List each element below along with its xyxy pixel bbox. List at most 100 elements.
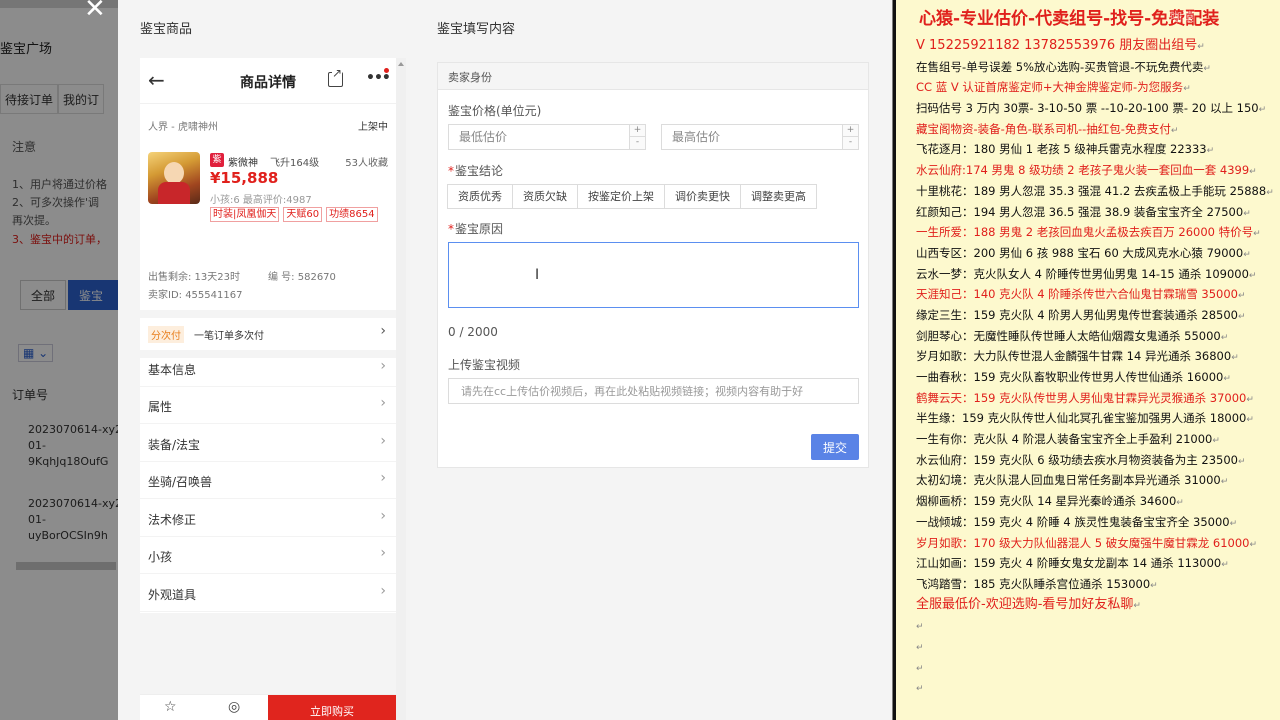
menu-attributes[interactable]: 属性 › — [140, 387, 396, 424]
menu-label: 小孩 — [148, 550, 173, 564]
notepad-line: ↵ — [916, 615, 1278, 636]
notepad-line: 水云仙府：159 克火队 6 级功绩去疾水月物资装备为主 23500↵ — [916, 450, 1278, 471]
video-link-input[interactable] — [449, 379, 858, 403]
menu-basic-info[interactable]: 基本信息 › — [140, 350, 396, 387]
reason-textarea[interactable] — [449, 243, 858, 307]
max-price-field[interactable]: + - — [661, 124, 859, 150]
preview-title: 商品详情 — [240, 75, 296, 91]
paragraph-mark-icon: ↵ — [1170, 125, 1179, 136]
menu-children[interactable]: 小孩 › — [140, 537, 396, 574]
buy-now-button[interactable]: 立即购买 — [268, 695, 396, 720]
paragraph-mark-icon: ↵ — [1133, 600, 1141, 611]
min-price-field[interactable]: + - — [448, 124, 646, 150]
close-icon[interactable]: ✕ — [84, 0, 106, 24]
divider — [140, 310, 396, 318]
watermark: 咖猿 — [1170, 10, 1195, 24]
paragraph-mark-icon: ↵ — [1206, 146, 1215, 157]
character-avatar — [148, 152, 200, 204]
item-detail-preview: ← 商品详情 ••• 人界 - 虎啸神州 上架中 紫 紫微神 飞升164级 53… — [140, 58, 396, 720]
increment-icon[interactable]: + — [842, 125, 858, 137]
notepad-line: 全服最低价-欢迎选购-看号加好友私聊↵ — [916, 595, 1278, 616]
paragraph-mark-icon: ↵ — [1183, 84, 1191, 95]
appraisal-modal: 鉴宝商品 鉴宝填写内容 ← 商品详情 ••• 人界 - 虎啸神州 上架中 紫 紫… — [118, 0, 892, 720]
notepad-line-text: 江山如画：159 克火 4 阶睡女鬼女龙副本 14 通杀 113000 — [916, 556, 1222, 571]
max-price-input[interactable] — [662, 125, 842, 149]
price-tag-icon[interactable]: ◎ — [228, 699, 240, 715]
paragraph-mark-icon: ↵ — [1243, 208, 1251, 219]
item-tag: 时装|凤凰伽天 — [210, 207, 280, 222]
school-badge-icon: 紫 — [210, 153, 224, 167]
modal-backdrop — [0, 0, 118, 720]
divider — [140, 613, 396, 694]
notepad-line: 云水一梦：克火队女人 4 阶睡传世男仙男鬼 14-15 通杀 109000↵ — [916, 264, 1278, 285]
conclusion-list-at-price-button[interactable]: 按鉴定价上架 — [577, 184, 665, 209]
increment-icon[interactable]: + — [629, 125, 645, 137]
paragraph-mark-icon: ↵ — [1249, 167, 1257, 178]
share-icon[interactable] — [328, 67, 343, 87]
video-link-field[interactable] — [448, 378, 859, 404]
notepad-line-text: 山西专区：200 男仙 6 孩 988 宝石 60 大成风克水心猿 79000 — [916, 245, 1244, 260]
conclusion-sell-faster-button[interactable]: 调价卖更快 — [664, 184, 741, 209]
notepad-line-text: 剑胆琴心：无魔性睡队传世睡人太皓仙烟霞女鬼通杀 55000 — [916, 328, 1221, 343]
price-label: 鉴宝价格(单位元) — [448, 104, 542, 118]
notepad-line-text: 缘定三生：159 克火队 4 阶男人男仙男鬼传世套装通杀 28500 — [916, 307, 1238, 322]
conclusion-lacking-button[interactable]: 资质欠缺 — [512, 184, 578, 209]
conclusion-excellent-button[interactable]: 资质优秀 — [447, 184, 513, 209]
appraisal-form-header: 鉴宝填写内容 — [437, 22, 516, 37]
paragraph-mark-icon: ↵ — [1237, 456, 1246, 467]
star-icon[interactable]: ☆ — [164, 699, 177, 715]
notepad-line: 山西专区：200 男仙 6 孩 988 宝石 60 大成风克水心猿 79000↵ — [916, 243, 1278, 264]
conclusion-sell-higher-button[interactable]: 调整卖更高 — [740, 184, 817, 209]
notepad-line: 十里桃花：189 男人忽混 35.3 强混 41.2 去疾孟极上手能玩 2588… — [916, 181, 1278, 202]
character-school: 紫微神 — [228, 158, 258, 169]
submit-button[interactable]: 提交 — [811, 434, 859, 460]
paragraph-mark-icon: ↵ — [916, 684, 924, 695]
paragraph-mark-icon: ↵ — [1266, 187, 1274, 198]
character-level: 飞升164级 — [270, 158, 320, 169]
decrement-icon[interactable]: - — [629, 137, 645, 149]
seller-id: 卖家ID: 455541167 — [148, 290, 243, 301]
preview-top-bar: ← 商品详情 ••• — [140, 58, 396, 104]
paragraph-mark-icon: ↵ — [1249, 539, 1258, 550]
notepad-line-text: 飞花逐月：180 男仙 1 老孩 5 级神兵雷克水程度 22333 — [916, 142, 1207, 157]
menu-label: 属性 — [148, 400, 173, 414]
menu-appearance[interactable]: 外观道具 › — [140, 575, 396, 612]
chevron-right-icon: › — [380, 433, 386, 449]
chevron-right-icon: › — [380, 395, 386, 411]
paragraph-mark-icon: ↵ — [916, 642, 924, 653]
notepad-line-text: 太初幻境：克火队混人回血鬼日常任务副本异光通杀 31000 — [916, 473, 1221, 488]
notepad-line: 扫码估号 3 万内 30票- 3-10-50 票 --10-20-100 票- … — [916, 98, 1278, 119]
paragraph-mark-icon: ↵ — [1246, 415, 1254, 426]
chevron-right-icon: › — [380, 508, 386, 524]
reason-field[interactable]: I — [448, 242, 859, 308]
paragraph-mark-icon: ↵ — [1237, 291, 1246, 302]
menu-equipment[interactable]: 装备/法宝 › — [140, 425, 396, 462]
installment-row[interactable]: 分次付 一笔订单多次付 › — [140, 318, 396, 350]
item-tag: 功绩8654 — [326, 207, 378, 222]
paragraph-mark-icon: ↵ — [1221, 560, 1229, 571]
decrement-icon[interactable]: - — [842, 137, 858, 149]
character-count: 0 / 2000 — [448, 325, 498, 339]
menu-spell-correction[interactable]: 法术修正 › — [140, 500, 396, 537]
paragraph-mark-icon: ↵ — [1212, 436, 1220, 447]
notepad-line-text: 半生缘：159 克火队传世人仙北冥孔雀宝鉴加强男人通杀 18000 — [916, 411, 1247, 426]
installment-text: 一笔订单多次付 — [194, 331, 264, 342]
item-tag: 天赋60 — [283, 207, 323, 222]
notepad-line: 一生有你：克火队 4 阶混人装备宝宝齐全上手盈利 21000↵ — [916, 429, 1278, 450]
server-name: 人界 - 虎啸神州 — [148, 122, 218, 133]
paragraph-mark-icon: ↵ — [1253, 229, 1261, 240]
notepad-line: 烟柳画桥：159 克火队 14 星异光秦岭通杀 34600↵ — [916, 491, 1278, 512]
menu-mounts[interactable]: 坐骑/召唤兽 › — [140, 462, 396, 499]
time-left: 出售剩余: 13天23时 — [148, 272, 240, 283]
min-price-input[interactable] — [449, 125, 629, 149]
notepad-line: 藏宝阁物资-装备-角色-联系司机--抽红包-免费支付↵ — [916, 119, 1278, 140]
paragraph-mark-icon: ↵ — [916, 622, 924, 633]
notepad-line: 岁月如歌：大力队传世混人金麟强牛甘霖 14 异光通杀 36800↵ — [916, 346, 1278, 367]
preview-bottom-bar: ☆ ◎ 立即购买 — [140, 694, 396, 720]
notification-dot — [384, 68, 389, 73]
preview-scrollbar[interactable] — [396, 58, 406, 720]
paragraph-mark-icon: ↵ — [1197, 42, 1205, 52]
notepad-line-text: CC 蓝 V 认证首席鉴定师+大神金牌鉴定师-为您服务 — [916, 80, 1184, 95]
item-price: ¥15,888 — [210, 169, 279, 187]
notepad-line-text: 岁月如歌：大力队传世混人金麟强牛甘霖 14 异光通杀 36800 — [916, 349, 1232, 364]
